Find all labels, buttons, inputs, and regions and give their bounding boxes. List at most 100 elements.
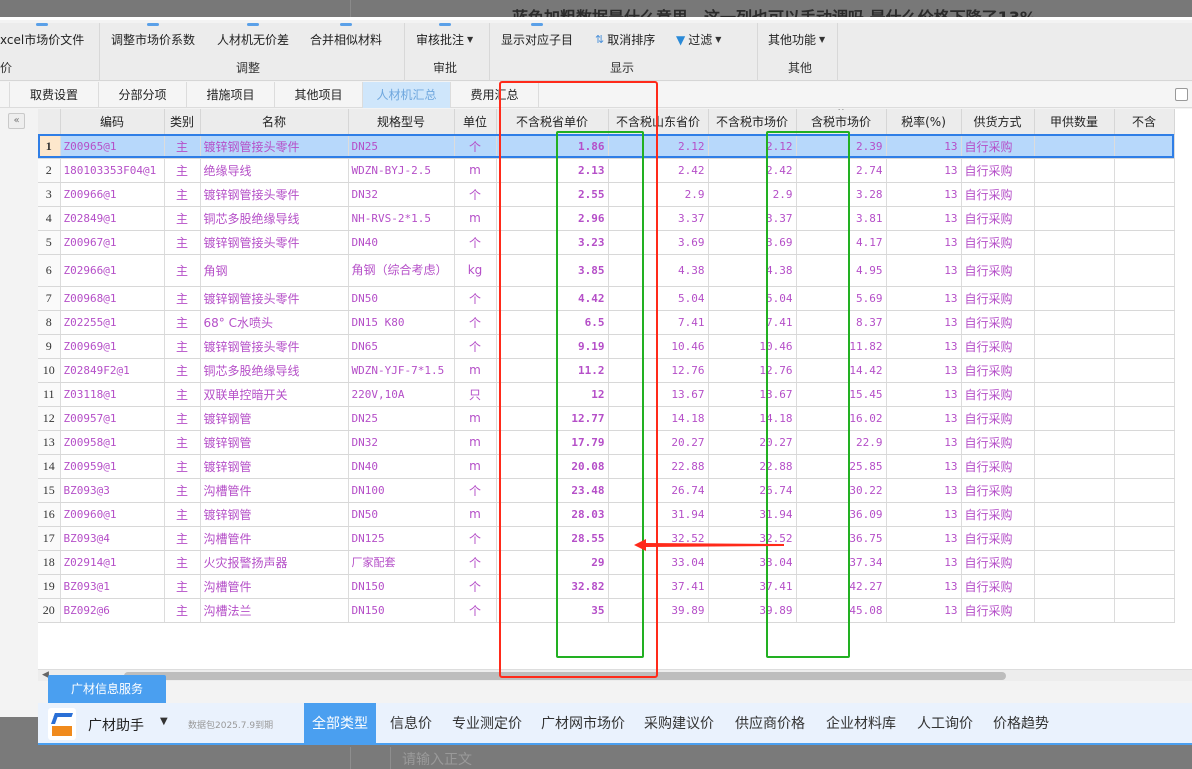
- cell-market-price-excl-tax[interactable]: 14.18: [708, 406, 797, 431]
- cell-code[interactable]: Z00969@1: [60, 334, 165, 359]
- cell-province-price-excl-tax[interactable]: 2.96: [496, 206, 609, 231]
- table-row[interactable]: 4 Z02849@1 主铜芯多股绝缘导线 NH-RVS-2*1.5 m 2.96 3.37 3…: [38, 206, 1175, 231]
- cell-truncated[interactable]: [1114, 310, 1175, 335]
- cell-supply-method[interactable]: 自行采购: [961, 526, 1035, 551]
- cell-shandong-price-excl-tax[interactable]: 3.69: [608, 230, 709, 255]
- cell-shandong-price-excl-tax[interactable]: 2.42: [608, 158, 709, 183]
- cell-market-price-incl-tax[interactable]: 8.37: [796, 310, 887, 335]
- table-row[interactable]: 10 Z02849F2@1 主铜芯多股绝缘导线 WDZN-YJF-7*1.5 m 11.2…: [38, 358, 1175, 383]
- table-row[interactable]: 17 BZ093@4 主沟槽管件 DN125 个 28.55 32.52 32.52 36.75…: [38, 526, 1175, 551]
- cell-market-price-excl-tax[interactable]: 3.37: [708, 206, 797, 231]
- cell-type[interactable]: 主: [164, 334, 201, 359]
- col-header-market-price-incl-tax[interactable]: ^ 含税市场价: [796, 109, 887, 135]
- row-number[interactable]: 13: [38, 430, 61, 455]
- table-row[interactable]: 11 Z03118@1 主双联单控暗开关 220V,10A 只 12 13.67 13.67 1…: [38, 382, 1175, 407]
- cell-province-price-excl-tax[interactable]: 6.5: [496, 310, 609, 335]
- cell-owner-supplied-qty[interactable]: [1034, 430, 1115, 455]
- cell-province-price-excl-tax[interactable]: 29: [496, 550, 609, 575]
- cell-owner-supplied-qty[interactable]: [1034, 254, 1115, 287]
- cell-unit[interactable]: kg: [454, 254, 497, 287]
- cell-province-price-excl-tax[interactable]: 12.77: [496, 406, 609, 431]
- cell-spec[interactable]: 角钢（综合考虑）: [348, 254, 455, 287]
- cell-name[interactable]: 铜芯多股绝缘导线: [200, 206, 349, 231]
- table-row[interactable]: 6 Z02966@1 主角钢 角钢（综合考虑） kg 3.85 4.38 4.38 4.95 13…: [38, 254, 1175, 287]
- tab-labor-material-summary[interactable]: 人材机汇总: [363, 82, 451, 108]
- row-number[interactable]: 19: [38, 574, 61, 599]
- cell-tax-rate[interactable]: 13: [886, 598, 962, 623]
- cell-supply-method[interactable]: 自行采购: [961, 254, 1035, 287]
- cell-unit[interactable]: m: [454, 406, 497, 431]
- cell-unit[interactable]: m: [454, 454, 497, 479]
- cell-market-price-excl-tax[interactable]: 5.04: [708, 286, 797, 311]
- tab-measures[interactable]: 措施项目: [187, 82, 275, 108]
- col-header-spec[interactable]: 规格型号: [348, 109, 455, 135]
- cell-code[interactable]: Z00965@1: [60, 134, 165, 159]
- cell-market-price-excl-tax[interactable]: 3.69: [708, 230, 797, 255]
- table-row[interactable]: 2 180103353F04@1 主绝缘导线 WDZN-BYJ-2.5 m 2.13 2.4…: [38, 158, 1175, 183]
- cell-unit[interactable]: 只: [454, 382, 497, 407]
- row-number[interactable]: 16: [38, 502, 61, 527]
- cell-shandong-price-excl-tax[interactable]: 32.52: [608, 526, 709, 551]
- cell-unit[interactable]: 个: [454, 286, 497, 311]
- cell-truncated[interactable]: [1114, 206, 1175, 231]
- cell-market-price-excl-tax[interactable]: 37.41: [708, 574, 797, 599]
- row-number[interactable]: 4: [38, 206, 61, 231]
- cell-market-price-incl-tax[interactable]: 14.42: [796, 358, 887, 383]
- cell-shandong-price-excl-tax[interactable]: 31.94: [608, 502, 709, 527]
- cell-market-price-incl-tax[interactable]: 15.45: [796, 382, 887, 407]
- row-number[interactable]: 1: [38, 134, 61, 159]
- cell-province-price-excl-tax[interactable]: 12: [496, 382, 609, 407]
- cell-spec[interactable]: DN32: [348, 430, 455, 455]
- cell-supply-method[interactable]: 自行采购: [961, 206, 1035, 231]
- col-header-name[interactable]: 名称: [200, 109, 349, 135]
- cell-market-price-incl-tax[interactable]: 42.27: [796, 574, 887, 599]
- row-number[interactable]: 18: [38, 550, 61, 575]
- cell-supply-method[interactable]: 自行采购: [961, 230, 1035, 255]
- col-header-unit[interactable]: 单位: [454, 109, 497, 135]
- cell-name[interactable]: 镀锌钢管接头零件: [200, 230, 349, 255]
- cell-province-price-excl-tax[interactable]: 1.86: [496, 134, 609, 159]
- cell-spec[interactable]: DN25: [348, 406, 455, 431]
- filter-manual-inquiry[interactable]: 人工询价: [917, 703, 973, 745]
- cell-province-price-excl-tax[interactable]: 28.55: [496, 526, 609, 551]
- cell-spec[interactable]: DN25: [348, 134, 455, 159]
- scrollbar-thumb[interactable]: [124, 672, 1006, 680]
- cancel-sort-button[interactable]: ⇅ 取消排序: [595, 31, 655, 48]
- cell-market-price-excl-tax[interactable]: 31.94: [708, 502, 797, 527]
- cell-code[interactable]: BZ093@3: [60, 478, 165, 503]
- cell-province-price-excl-tax[interactable]: 3.23: [496, 230, 609, 255]
- cell-unit[interactable]: m: [454, 502, 497, 527]
- col-header-type[interactable]: 类别: [164, 109, 201, 135]
- cell-province-price-excl-tax[interactable]: 3.85: [496, 254, 609, 287]
- cell-supply-method[interactable]: 自行采购: [961, 574, 1035, 599]
- cell-name[interactable]: 双联单控暗开关: [200, 382, 349, 407]
- cell-owner-supplied-qty[interactable]: [1034, 182, 1115, 207]
- cell-type[interactable]: 主: [164, 382, 201, 407]
- cell-market-price-incl-tax[interactable]: 36.75: [796, 526, 887, 551]
- filter-all-types[interactable]: 全部类型: [304, 703, 376, 745]
- cell-supply-method[interactable]: 自行采购: [961, 358, 1035, 383]
- row-number[interactable]: 11: [38, 382, 61, 407]
- cell-name[interactable]: 沟槽管件: [200, 526, 349, 551]
- cell-spec[interactable]: DN50: [348, 286, 455, 311]
- table-row[interactable]: 15 BZ093@3 主沟槽管件 DN100 个 23.48 26.74 26.74 30.22…: [38, 478, 1175, 503]
- table-row[interactable]: 19 BZ093@1 主沟槽管件 DN150 个 32.82 37.41 37.41 42.27…: [38, 574, 1175, 599]
- cell-province-price-excl-tax[interactable]: 4.42: [496, 286, 609, 311]
- cell-spec[interactable]: DN125: [348, 526, 455, 551]
- cell-owner-supplied-qty[interactable]: [1034, 478, 1115, 503]
- cell-spec[interactable]: DN100: [348, 478, 455, 503]
- cell-unit[interactable]: 个: [454, 478, 497, 503]
- cell-market-price-excl-tax[interactable]: 7.41: [708, 310, 797, 335]
- cell-province-price-excl-tax[interactable]: 2.55: [496, 182, 609, 207]
- filter-supplier-price[interactable]: 供应商价格: [735, 703, 805, 745]
- row-number[interactable]: 10: [38, 358, 61, 383]
- row-number[interactable]: 2: [38, 158, 61, 183]
- cell-type[interactable]: 主: [164, 478, 201, 503]
- cell-province-price-excl-tax[interactable]: 20.08: [496, 454, 609, 479]
- cell-market-price-excl-tax[interactable]: 33.04: [708, 550, 797, 575]
- cell-truncated[interactable]: [1114, 574, 1175, 599]
- cell-tax-rate[interactable]: 13: [886, 358, 962, 383]
- cell-name[interactable]: 镀锌钢管: [200, 454, 349, 479]
- cell-name[interactable]: 镀锌钢管: [200, 406, 349, 431]
- table-row[interactable]: 14 Z00959@1 主镀锌钢管 DN40 m 20.08 22.88 22.88 25.85…: [38, 454, 1175, 479]
